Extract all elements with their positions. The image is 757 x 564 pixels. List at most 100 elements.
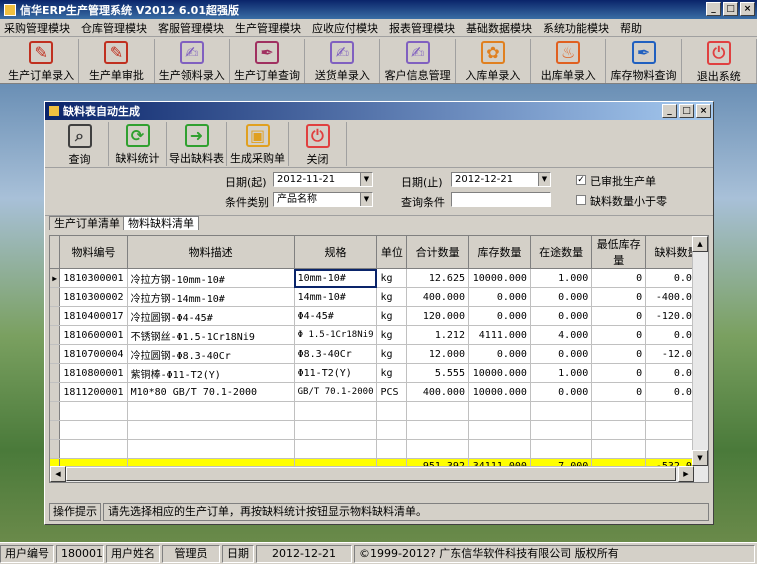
menu-warehouse[interactable]: 仓库管理模块: [81, 20, 147, 36]
table-cell[interactable]: 1.000: [530, 268, 593, 288]
child-button-0[interactable]: ⌕ 查询: [51, 122, 109, 166]
cond-type-dropdown-icon[interactable]: ▼: [360, 193, 372, 206]
table-cell[interactable]: 1.212: [406, 325, 469, 345]
table-cell[interactable]: 400.000: [406, 382, 469, 402]
table-cell[interactable]: 0.000: [530, 344, 593, 364]
column-header[interactable]: 单位: [376, 236, 408, 269]
table-cell[interactable]: kg: [376, 325, 408, 345]
main-button-4[interactable]: ✍ 送货单录入: [305, 39, 381, 83]
table-cell[interactable]: 0: [591, 268, 647, 288]
column-header[interactable]: 规格: [294, 236, 378, 269]
table-cell[interactable]: 0: [591, 325, 647, 345]
cond-input[interactable]: [451, 192, 551, 207]
horizontal-scroll-thumb[interactable]: [66, 467, 676, 481]
table-row[interactable]: 1811200001 M10*80 GB/T 70.1-2000 GB/T 70.1…: [50, 382, 708, 402]
table-cell[interactable]: 0.000: [468, 287, 531, 307]
table-cell[interactable]: 10000.000: [468, 268, 531, 288]
scroll-left-icon[interactable]: ◀: [50, 466, 66, 482]
table-cell[interactable]: 1810300002: [59, 287, 128, 307]
approved-checkbox[interactable]: ✓: [576, 175, 586, 185]
close-button[interactable]: ×: [740, 2, 755, 16]
date-from-dropdown-icon[interactable]: ▼: [360, 173, 372, 186]
table-cell[interactable]: 1.000: [530, 363, 593, 383]
table-cell[interactable]: GB/T 70.1-2000: [294, 382, 378, 402]
child-minimize-button[interactable]: _: [662, 104, 677, 118]
cond-type-select[interactable]: 产品名称 ▼: [273, 192, 373, 207]
table-cell[interactable]: 冷拉圆钢-Φ8.3-40Cr: [127, 344, 295, 364]
table-cell[interactable]: 0.000: [468, 306, 531, 326]
scroll-up-icon[interactable]: ▲: [692, 236, 708, 252]
table-cell[interactable]: 5.555: [406, 363, 469, 383]
table-cell[interactable]: 0: [591, 287, 647, 307]
menu-base-data[interactable]: 基础数据模块: [466, 20, 532, 36]
table-cell[interactable]: 0: [591, 382, 647, 402]
shortage-grid[interactable]: 物料编号 物料描述 规格 单位 合计数量 库存数量 在途数量 最低库存量 缺料数量 ▶ 18103…: [49, 235, 709, 483]
column-header[interactable]: 最低库存量: [591, 236, 647, 269]
table-cell[interactable]: 冷拉方钢-10mm-10#: [127, 268, 295, 288]
table-cell[interactable]: 0.000: [530, 382, 593, 402]
table-cell[interactable]: 0.000: [530, 287, 593, 307]
table-cell[interactable]: 12.625: [406, 268, 469, 288]
table-cell[interactable]: 不锈钢丝-Φ1.5-1Cr18Ni9: [127, 325, 295, 345]
menu-production[interactable]: 生产管理模块: [235, 20, 301, 36]
menu-service[interactable]: 客服管理模块: [158, 20, 224, 36]
main-button-3[interactable]: ✒ 生产订单查询: [230, 39, 306, 83]
column-header[interactable]: 库存数量: [468, 236, 531, 269]
table-cell[interactable]: 14mm-10#: [294, 287, 378, 307]
child-button-4[interactable]: ⏻ 关闭: [289, 122, 347, 166]
table-row[interactable]: ▶ 1810300001 冷拉方钢-10mm-10# 10mm-10# kg 12.625…: [50, 268, 708, 288]
table-row[interactable]: 1810300002 冷拉方钢-14mm-10# 14mm-10# kg 400.000…: [50, 287, 708, 307]
table-cell[interactable]: 10mm-10#: [294, 268, 378, 288]
main-button-9[interactable]: ⏻ 退出系统: [682, 39, 757, 83]
table-cell[interactable]: 0: [591, 344, 647, 364]
table-cell[interactable]: Φ8.3-40Cr: [294, 344, 378, 364]
table-cell[interactable]: 1810400017: [59, 306, 128, 326]
scroll-right-icon[interactable]: ▶: [678, 466, 694, 482]
table-cell[interactable]: PCS: [376, 382, 408, 402]
table-cell[interactable]: 10000.000: [468, 382, 531, 402]
menu-reports[interactable]: 报表管理模块: [389, 20, 455, 36]
table-row[interactable]: 1810800001 紫铜棒-Φ11-T2(Y) Φ11-T2(Y) kg 5.555 1…: [50, 363, 708, 383]
date-to-dropdown-icon[interactable]: ▼: [538, 173, 550, 186]
table-cell[interactable]: 0: [591, 363, 647, 383]
date-to-field[interactable]: 2012-12-21 ▼: [451, 172, 551, 187]
column-header[interactable]: 物料编号: [59, 236, 128, 269]
table-cell[interactable]: 120.000: [406, 306, 469, 326]
scroll-down-icon[interactable]: ▼: [692, 450, 708, 466]
child-button-2[interactable]: ➜ 导出缺料表: [167, 122, 227, 166]
child-button-3[interactable]: ▣ 生成采购单: [227, 122, 289, 166]
table-cell[interactable]: kg: [376, 306, 408, 326]
main-button-5[interactable]: ✍ 客户信息管理: [380, 39, 456, 83]
child-close-button[interactable]: ×: [696, 104, 711, 118]
main-button-8[interactable]: ✒ 库存物料查询: [606, 39, 682, 83]
grid-horizontal-scrollbar[interactable]: ◀ ▶: [50, 466, 694, 482]
grid-vertical-scrollbar[interactable]: ▲ ▼: [692, 236, 708, 482]
main-button-0[interactable]: ✎ 生产订单录入: [4, 39, 80, 83]
table-cell[interactable]: 0.000: [530, 306, 593, 326]
main-button-7[interactable]: ♨ 出库单录入: [531, 39, 607, 83]
table-cell[interactable]: 紫铜棒-Φ11-T2(Y): [127, 363, 295, 383]
table-cell[interactable]: 1811200001: [59, 382, 128, 402]
table-cell[interactable]: Φ 1.5-1Cr18Ni9: [294, 325, 378, 345]
table-cell[interactable]: 400.000: [406, 287, 469, 307]
table-cell[interactable]: M10*80 GB/T 70.1-2000: [127, 382, 295, 402]
column-header[interactable]: 合计数量: [406, 236, 469, 269]
child-maximize-button[interactable]: □: [679, 104, 694, 118]
menu-help[interactable]: 帮助: [620, 20, 642, 36]
main-button-2[interactable]: ✍ 生产领料录入: [155, 39, 230, 83]
main-button-6[interactable]: ✿ 入库单录入: [456, 39, 532, 83]
menu-system[interactable]: 系统功能模块: [543, 20, 609, 36]
table-cell[interactable]: Φ11-T2(Y): [294, 363, 378, 383]
table-cell[interactable]: 4.000: [530, 325, 593, 345]
table-cell[interactable]: Φ4-45#: [294, 306, 378, 326]
table-cell[interactable]: kg: [376, 363, 408, 383]
table-row[interactable]: 1810400017 冷拉圆钢-Φ4-45# Φ4-45# kg 120.000 0.00…: [50, 306, 708, 326]
column-header[interactable]: 在途数量: [530, 236, 593, 269]
date-from-field[interactable]: 2012-11-21 ▼: [273, 172, 373, 187]
column-header[interactable]: 物料描述: [127, 236, 295, 269]
table-cell[interactable]: 0.000: [468, 344, 531, 364]
table-cell[interactable]: 4111.000: [468, 325, 531, 345]
table-cell[interactable]: 12.000: [406, 344, 469, 364]
table-cell[interactable]: kg: [376, 344, 408, 364]
table-row[interactable]: 1810700004 冷拉圆钢-Φ8.3-40Cr Φ8.3-40Cr kg 12.00…: [50, 344, 708, 364]
